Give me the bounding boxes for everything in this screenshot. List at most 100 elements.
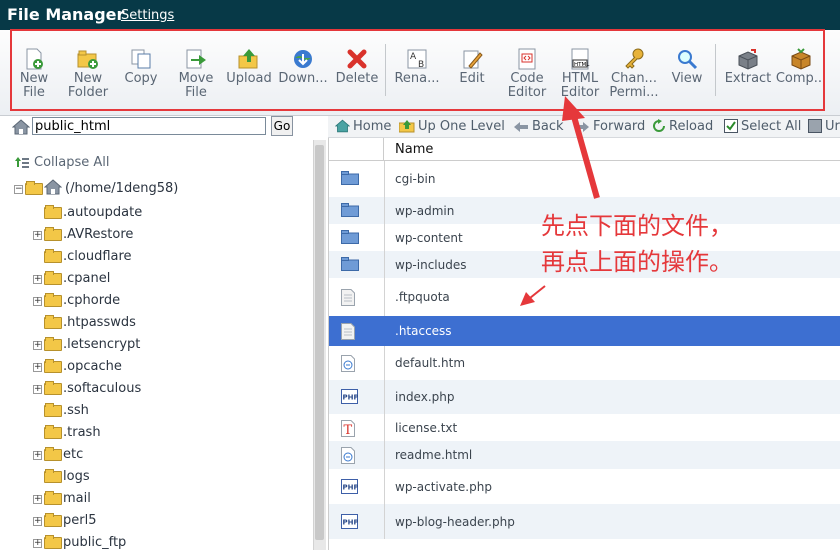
move-icon (173, 48, 219, 70)
forward-label: Forward (593, 119, 646, 134)
toolbar-button-label: New (73, 71, 103, 86)
tree-root[interactable]: − (/home/1deng58) (14, 179, 178, 199)
code-editor-button[interactable]: Code Editor (504, 44, 550, 114)
move-button[interactable]: Move File (173, 44, 219, 114)
toolbar-button-label: Code (510, 71, 544, 86)
tree-item[interactable]: logs (33, 467, 90, 487)
svg-text:PHP: PHP (343, 484, 359, 492)
file-row[interactable]: wp-content (329, 224, 840, 251)
file-name: wp-content (395, 231, 463, 245)
tree-item[interactable]: + .cpanel (33, 269, 110, 289)
tree-item[interactable]: + .cphorde (33, 291, 120, 311)
go-button[interactable]: Go (271, 116, 293, 136)
file-row[interactable]: Tlicense.txt (329, 414, 840, 441)
compress-button[interactable]: Comp... (775, 44, 827, 114)
expand-toggle-icon[interactable]: + (33, 539, 42, 548)
tree-item[interactable]: .trash (33, 423, 101, 443)
home-button[interactable]: Home (335, 118, 391, 136)
tree-item-label: .softaculous (63, 381, 142, 396)
file-row[interactable]: cgi-bin (329, 161, 840, 197)
unselect-all-button[interactable]: Ur (808, 118, 840, 136)
file-row[interactable]: default.htm (329, 346, 840, 380)
toolbar-button-label: Copy (124, 71, 158, 86)
select-all-button[interactable]: Select All (724, 118, 801, 136)
file-row[interactable]: PHP wp-blog-header.php (329, 504, 840, 539)
expand-toggle-icon[interactable]: + (33, 385, 42, 394)
expand-toggle-icon[interactable]: + (33, 297, 42, 306)
folder-icon (341, 230, 359, 247)
download-button[interactable]: Down... (276, 44, 330, 114)
title-bar: File Manager Settings (0, 0, 840, 30)
collapse-icon (15, 157, 29, 168)
back-button[interactable]: Back (513, 118, 564, 136)
permissions-button[interactable]: Chan... Permi... (607, 44, 661, 114)
file-row[interactable]: wp-includes (329, 251, 840, 278)
php-file-icon: PHP (341, 389, 359, 407)
reload-button[interactable]: Reload (652, 118, 713, 136)
permissions-icon (607, 48, 661, 70)
settings-link[interactable]: Settings (121, 8, 174, 23)
forward-arrow-icon (575, 122, 589, 132)
tree-item[interactable]: + .letsencrypt (33, 335, 140, 355)
expand-toggle-icon[interactable]: + (33, 231, 42, 240)
tree-item-label: .htpasswds (63, 315, 136, 330)
tree-item[interactable]: .cloudflare (33, 247, 132, 267)
file-row[interactable]: PHP index.php (329, 380, 840, 414)
tree-root-label: (/home/1deng58) (65, 181, 179, 196)
file-row[interactable]: .ftpquota (329, 278, 840, 316)
delete-button[interactable]: Delete (333, 44, 381, 114)
folder-icon (44, 359, 62, 373)
up-one-level-button[interactable]: Up One Level (399, 118, 505, 136)
collapse-all-button[interactable]: Collapse All (14, 155, 110, 170)
upload-button[interactable]: Upload (224, 44, 274, 114)
file-name: cgi-bin (395, 172, 436, 186)
file-row[interactable]: wp-admin (329, 197, 840, 224)
new-file-button[interactable]: New File (13, 44, 55, 114)
expand-toggle-icon[interactable]: + (33, 341, 42, 350)
edit-button[interactable]: Edit (452, 44, 492, 114)
tree-item[interactable]: + mail (33, 489, 91, 509)
collapse-toggle-icon[interactable]: − (14, 185, 23, 194)
name-column-header[interactable]: Name (395, 142, 433, 157)
column-divider (384, 346, 385, 380)
tree-item[interactable]: + .AVRestore (33, 225, 133, 245)
view-button[interactable]: View (667, 44, 707, 114)
toolbar-button-label: Comp... (775, 71, 827, 86)
tree-item-label: .cloudflare (63, 249, 132, 264)
tree-item[interactable]: + etc (33, 445, 83, 465)
tree-item-label: .letsencrypt (63, 337, 141, 352)
tree-item[interactable]: + perl5 (33, 511, 96, 531)
expand-toggle-icon[interactable]: + (33, 517, 42, 526)
tree-item-label: .autoupdate (63, 205, 143, 220)
file-row[interactable]: readme.html (329, 441, 840, 469)
select-all-label: Select All (741, 119, 802, 134)
left-scroll-thumb[interactable] (315, 145, 324, 540)
path-input[interactable] (32, 117, 266, 135)
tree-item[interactable]: + .opcache (33, 357, 122, 377)
forward-button[interactable]: Forward (574, 118, 645, 136)
tree-item[interactable]: .ssh (33, 401, 89, 421)
expand-toggle-icon[interactable]: + (33, 451, 42, 460)
tree-item[interactable]: + .softaculous (33, 379, 141, 399)
folder-icon (44, 447, 62, 461)
expand-toggle-icon[interactable]: + (33, 495, 42, 504)
tree-item[interactable]: .autoupdate (33, 203, 142, 223)
file-row[interactable]: .htaccess (329, 316, 840, 346)
new-folder-button[interactable]: New Folder (63, 44, 113, 114)
html-editor-icon: HTML (558, 48, 602, 70)
rename-button[interactable]: A B Rena... (392, 44, 442, 114)
back-arrow-icon (514, 122, 528, 132)
svg-text:B: B (418, 60, 424, 70)
copy-button[interactable]: Copy (119, 44, 163, 114)
html-editor-button[interactable]: HTML HTML Editor (558, 44, 602, 114)
expand-toggle-icon[interactable]: + (33, 275, 42, 284)
home-icon (335, 119, 350, 133)
home-label: Home (353, 119, 392, 134)
tree-item[interactable]: .htpasswds (33, 313, 136, 333)
extract-button[interactable]: Extract (722, 44, 774, 114)
toolbar-button-label: HTML (561, 71, 599, 86)
new-file-icon (13, 48, 55, 70)
file-row[interactable]: PHP wp-activate.php (329, 469, 840, 504)
expand-toggle-icon[interactable]: + (33, 363, 42, 372)
tree-item[interactable]: + public_ftp (33, 533, 126, 550)
